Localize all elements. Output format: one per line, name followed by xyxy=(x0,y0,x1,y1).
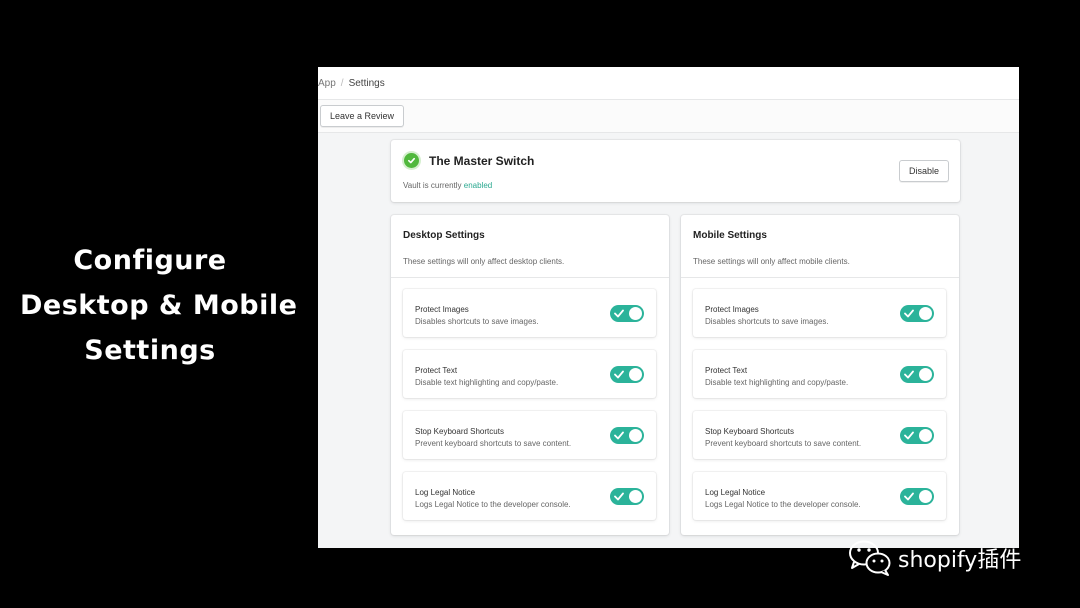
mobile-option-log-legal-notice: Log Legal Notice Logs Legal Notice to th… xyxy=(693,472,946,520)
option-title: Log Legal Notice xyxy=(415,488,476,497)
option-title: Log Legal Notice xyxy=(705,488,766,497)
option-title: Protect Images xyxy=(415,305,469,314)
option-description: Logs Legal Notice to the developer conso… xyxy=(415,500,571,509)
mobile-settings-header: Mobile Settings These settings will only… xyxy=(681,215,959,278)
mobile-settings-title: Mobile Settings xyxy=(693,230,767,241)
toggle-knob xyxy=(629,490,642,503)
breadcrumb-app-link[interactable]: App xyxy=(318,78,336,89)
status-value: enabled xyxy=(463,181,493,190)
toggle-knob xyxy=(919,490,932,503)
breadcrumb-separator: / xyxy=(340,77,344,89)
caption-line-3: Settings xyxy=(84,335,216,366)
desktop-settings-description: These settings will only affect desktop … xyxy=(403,257,565,266)
master-switch-status: Vault is currently enabled xyxy=(403,181,492,190)
check-icon xyxy=(614,309,624,318)
breadcrumb-current: Settings xyxy=(348,77,385,89)
toggle-knob xyxy=(629,429,642,442)
watermark-text: shopify插件 xyxy=(898,548,1022,573)
master-switch-header: The Master Switch xyxy=(404,153,534,168)
toggle-knob xyxy=(629,368,642,381)
leave-review-button[interactable]: Leave a Review xyxy=(320,105,405,127)
slide-caption: Configure Desktop & Mobile Settings xyxy=(20,238,298,373)
disable-button[interactable]: Disable xyxy=(898,160,949,182)
master-switch-card: The Master Switch Vault is currently ena… xyxy=(391,140,960,202)
option-description: Disables shortcuts to save images. xyxy=(705,317,829,326)
desktop-option-log-legal-notice: Log Legal Notice Logs Legal Notice to th… xyxy=(403,472,656,520)
option-title: Protect Text xyxy=(415,366,458,375)
mobile-option-protect-text: Protect Text Disable text highlighting a… xyxy=(693,350,946,398)
watermark: shopify插件 xyxy=(846,538,1021,578)
desktop-option-stop-keyboard-shortcuts: Stop Keyboard Shortcuts Prevent keyboard… xyxy=(403,411,656,459)
protect-images-toggle[interactable] xyxy=(900,305,934,322)
desktop-option-protect-text: Protect Text Disable text highlighting a… xyxy=(403,350,656,398)
option-description: Logs Legal Notice to the developer conso… xyxy=(705,500,861,509)
check-icon xyxy=(904,431,914,440)
desktop-settings-card: Desktop Settings These settings will onl… xyxy=(391,215,669,535)
option-title: Protect Text xyxy=(705,366,748,375)
option-description: Disables shortcuts to save images. xyxy=(415,317,539,326)
check-circle-icon xyxy=(404,153,419,168)
master-switch-title: The Master Switch xyxy=(429,153,535,168)
check-icon xyxy=(614,492,624,501)
caption-line-2: Desktop & Mobile xyxy=(20,290,298,321)
log-legal-notice-toggle[interactable] xyxy=(610,488,644,505)
wechat-icon xyxy=(849,540,891,576)
check-icon xyxy=(904,492,914,501)
toggle-knob xyxy=(919,429,932,442)
toggle-knob xyxy=(919,307,932,320)
check-icon xyxy=(614,431,624,440)
status-prefix: Vault is currently xyxy=(403,181,462,190)
check-icon xyxy=(614,370,624,379)
toggle-knob xyxy=(629,307,642,320)
protect-text-toggle[interactable] xyxy=(610,366,644,383)
breadcrumb: App / Settings xyxy=(318,67,1019,100)
check-icon xyxy=(904,309,914,318)
log-legal-notice-toggle[interactable] xyxy=(900,488,934,505)
action-bar: Leave a Review xyxy=(318,100,1019,133)
option-description: Disable text highlighting and copy/paste… xyxy=(415,378,559,387)
option-title: Stop Keyboard Shortcuts xyxy=(415,427,504,436)
option-title: Protect Images xyxy=(705,305,759,314)
protect-text-toggle[interactable] xyxy=(900,366,934,383)
stop-keyboard-shortcuts-toggle[interactable] xyxy=(900,427,934,444)
caption-line-1: Configure xyxy=(73,245,227,276)
option-title: Stop Keyboard Shortcuts xyxy=(705,427,794,436)
desktop-option-protect-images: Protect Images Disables shortcuts to sav… xyxy=(403,289,656,337)
mobile-option-stop-keyboard-shortcuts: Stop Keyboard Shortcuts Prevent keyboard… xyxy=(693,411,946,459)
mobile-settings-card: Mobile Settings These settings will only… xyxy=(681,215,959,535)
desktop-settings-header: Desktop Settings These settings will onl… xyxy=(391,215,669,278)
protect-images-toggle[interactable] xyxy=(610,305,644,322)
mobile-option-protect-images: Protect Images Disables shortcuts to sav… xyxy=(693,289,946,337)
app-screenshot: App / Settings Leave a Review The Master… xyxy=(318,67,1019,548)
mobile-settings-description: These settings will only affect mobile c… xyxy=(693,257,850,266)
option-description: Prevent keyboard shortcuts to save conte… xyxy=(415,439,572,448)
desktop-settings-title: Desktop Settings xyxy=(403,230,485,241)
option-description: Disable text highlighting and copy/paste… xyxy=(705,378,849,387)
stop-keyboard-shortcuts-toggle[interactable] xyxy=(610,427,644,444)
check-icon xyxy=(904,370,914,379)
option-description: Prevent keyboard shortcuts to save conte… xyxy=(705,439,862,448)
toggle-knob xyxy=(919,368,932,381)
